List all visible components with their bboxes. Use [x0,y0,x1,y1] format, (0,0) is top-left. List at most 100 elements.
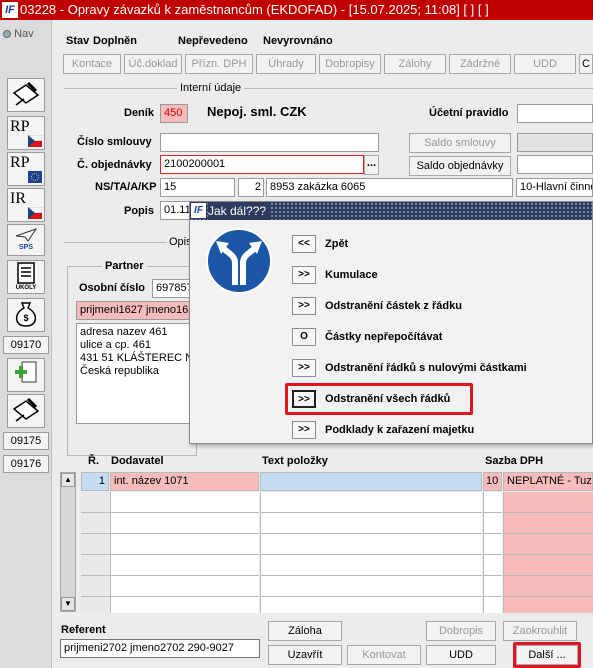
row1-sazba[interactable]: NEPLATNÉ - Tuzem [503,472,593,491]
udd-button[interactable]: UDD [426,645,496,665]
zpet-button[interactable]: << [292,235,316,253]
add-document-button[interactable] [7,358,45,392]
objednavka-label: Č. objednávky [77,159,152,171]
zaokrouhlit-button[interactable]: Zaokrouhlit [503,621,577,641]
ukoly-label: ÚKOLY [15,285,37,291]
odstraneni-vsech-label: Odstranění všech řádků [325,393,451,405]
rp-cz-label: RP [10,118,30,135]
nav-label: Nav [14,28,34,40]
sign-document-button[interactable] [7,78,45,112]
partner-heading: Partner [102,260,147,272]
kontace-button[interactable]: Kontace [63,54,121,74]
saldo-smlouvy-button[interactable]: Saldo smlouvy [409,133,511,153]
ns-field[interactable]: 15 [160,178,235,197]
row1-dodavatel[interactable]: int. název 1071 [110,472,259,491]
referent-field[interactable]: prijmeni2702 jmeno2702 290-9027 [60,639,260,658]
denik-field[interactable]: 450 [160,104,188,123]
button-09176[interactable]: 09176 [3,455,49,473]
cislo-smlouvy-label: Číslo smlouvy [77,136,152,148]
a-field[interactable]: 8953 zakázka 6065 [266,178,513,197]
sps-label: SPS [18,244,33,251]
prizn-dph-button[interactable]: Přízn. DPH [185,54,253,74]
popis-label: Popis [124,205,154,217]
partner-address: adresa nazev 461 ulice a cp. 461 431 51 … [76,323,197,424]
status-nevyrovnano: Nevyrovnáno [263,35,333,47]
app-logo-icon: IF [191,203,206,218]
objednavka-lookup-button[interactable]: ... [364,155,379,175]
kumulace-button[interactable]: >> [292,266,316,284]
dialog-titlebar: IF Jak dál??? [190,202,592,220]
rp-eu-label: RP [10,154,30,171]
kumulace-label: Kumulace [325,269,378,281]
money-bag-icon: $ [15,302,37,327]
scroll-up-arrow-icon[interactable]: ▲ [61,473,75,487]
col-header-text[interactable]: Text položky [262,455,328,467]
pen-document-icon [12,81,40,106]
odstraneni-nulovych-button[interactable]: >> [292,359,316,377]
row1-text[interactable] [260,472,482,491]
ucetni-pravidlo-label: Účetní pravidlo [429,107,509,119]
row1-sazba-code[interactable]: 10 [483,472,502,491]
odstraneni-vsech-button[interactable]: >> [292,390,316,408]
svg-text:$: $ [23,313,28,323]
saldo-objednavky-field [517,155,593,174]
odstraneni-castek-button[interactable]: >> [292,297,316,315]
castky-neprepocitavat-button[interactable]: O [292,328,316,346]
sign-document-2-button[interactable] [7,394,45,428]
address-line: adresa nazev 461 [80,326,168,338]
kp-field[interactable]: 10-Hlavní činnost [516,178,593,197]
button-09175[interactable]: 09175 [3,432,49,450]
button-09170[interactable]: 09170 [3,336,49,354]
ns-label: NS/TA/A/KP [95,181,157,193]
pen-document-icon [12,397,40,422]
osobni-cislo-label: Osobní číslo [79,282,146,294]
zalohy-button[interactable]: Zálohy [384,54,446,74]
nav-toggle[interactable]: Nav [3,28,34,40]
ukoly-button[interactable]: ÚKOLY [7,260,45,294]
czech-flag-icon [28,207,42,219]
czech-flag-icon [28,135,42,147]
money-bag-button[interactable]: $ [7,298,45,332]
kontovat-button[interactable]: Kontovat [347,645,421,665]
odstraneni-nulovych-label: Odstranění řádků s nulovými částkami [325,362,527,374]
ir-cz-button[interactable]: IR [7,188,45,222]
dalsi-button[interactable]: Další ... [516,645,578,665]
scroll-down-arrow-icon[interactable]: ▼ [61,597,75,611]
ucetni-pravidlo-field[interactable] [517,104,593,123]
row1-r[interactable]: 1 [81,472,109,491]
zadrzne-button[interactable]: Zádržné [449,54,511,74]
ucdoklad-button[interactable]: Úč.doklad [124,54,182,74]
uzavrit-button[interactable]: Uzavřít [268,645,342,665]
paper-plane-icon [15,228,38,242]
uhrady-button[interactable]: Úhrady [256,54,316,74]
add-document-icon [15,361,37,383]
zaloha-button[interactable]: Záloha [268,621,342,641]
saldo-objednavky-button[interactable]: Saldo objednávky [409,156,511,176]
c-button[interactable]: C [579,54,593,74]
grid-scrollbar[interactable] [60,472,76,612]
ir-cz-label: IR [10,190,26,207]
app-logo-icon: IF [2,2,18,18]
road-sign-fork-icon [206,228,272,294]
status-neprevedeno: Nepřevedeno [178,35,248,47]
address-line: Česká republika [80,365,159,377]
udd-top-button[interactable]: UDD [514,54,576,74]
rp-eu-button[interactable]: RP [7,152,45,186]
stav-label: Stav [66,35,90,47]
interni-udaje-heading: Interní údaje [177,82,245,94]
jak-dal-dialog: IF Jak dál??? << Zpět >> Kumulace >> Ods… [189,201,593,444]
cislo-smlouvy-field[interactable] [160,133,379,152]
dobropisy-button[interactable]: Dobropisy [319,54,381,74]
dobropis-button[interactable]: Dobropis [426,621,496,641]
rp-cz-button[interactable]: RP [7,116,45,150]
ta-field[interactable]: 2 [238,178,264,197]
window-titlebar: IF 03228 - Opravy závazků k zaměstnancům… [0,0,593,20]
sps-button[interactable]: SPS [7,224,45,256]
col-header-r[interactable]: Ř. [88,455,99,467]
interni-udaje-separator [64,88,593,89]
col-header-sazba[interactable]: Sazba DPH [485,455,543,467]
status-doplnen: Doplněn [93,35,137,47]
col-header-dodavatel[interactable]: Dodavatel [111,455,164,467]
objednavka-field[interactable]: 2100200001 [160,155,364,174]
podklady-majetku-button[interactable]: >> [292,421,316,439]
